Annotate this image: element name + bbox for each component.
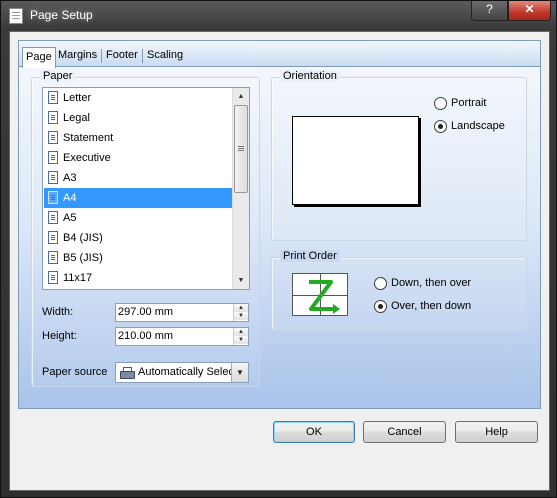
spin-down-icon[interactable]: ▼	[234, 312, 248, 320]
grip-icon	[238, 146, 244, 147]
width-label: Width:	[42, 306, 74, 318]
cancel-button[interactable]: Cancel	[363, 421, 446, 443]
paper-source-combo[interactable]: Automatically Select ▼	[115, 362, 249, 383]
radio-button-icon[interactable]	[374, 300, 387, 313]
paper-size-item[interactable]: B5 (JIS)	[44, 248, 232, 268]
paper-size-item[interactable]: Legal	[44, 108, 232, 128]
tab-footer[interactable]: Footer	[103, 46, 141, 66]
spin-down-icon[interactable]: ▼	[234, 336, 248, 344]
scroll-up-arrow-icon[interactable]: ▲	[233, 88, 249, 105]
dialog-client-area: Page Margins Footer Scaling Paper Letter…	[9, 31, 550, 491]
orientation-group-label: Orientation	[280, 70, 340, 82]
tab-footer-label: Footer	[106, 49, 138, 61]
printer-icon	[120, 367, 135, 379]
title-bar[interactable]: Page Setup ? ✕	[1, 1, 556, 31]
down-then-over-label: Down, then over	[391, 277, 472, 289]
paper-size-item[interactable]: B4 (JIS)	[44, 228, 232, 248]
title-close-button[interactable]: ✕	[508, 1, 551, 21]
page-icon	[48, 251, 58, 264]
orientation-group: Orientation Portrait Landscape	[271, 70, 527, 241]
width-spin-buttons[interactable]: ▲ ▼	[233, 304, 248, 321]
page-setup-window: Page Setup ? ✕ Page Margins Footer Scali…	[0, 0, 557, 498]
width-value: 297.00 mm	[118, 306, 174, 318]
paper-source-label: Paper source	[42, 366, 108, 378]
print-order-group: Print Order Down, then over Over, then d…	[271, 250, 527, 331]
tab-separator	[142, 49, 143, 63]
radio-button-icon[interactable]	[374, 277, 387, 290]
over-then-down-label: Over, then down	[391, 300, 472, 312]
tab-strip: Page Margins Footer Scaling	[18, 40, 541, 68]
paper-group-label: Paper	[40, 70, 76, 82]
paper-group: Paper Letter Legal Statement Executive A3 A4 A…	[31, 70, 260, 387]
paper-size-item[interactable]: Statement	[44, 128, 232, 148]
paper-size-item[interactable]: Letter	[44, 88, 232, 108]
page-tab-panel: Paper Letter Legal Statement Executive A3 A4 A…	[18, 66, 541, 409]
chevron-down-icon[interactable]: ▼	[231, 363, 248, 382]
orientation-preview	[292, 116, 419, 205]
height-spin-buttons[interactable]: ▲ ▼	[233, 328, 248, 345]
page-icon	[48, 211, 58, 224]
spin-up-icon[interactable]: ▲	[234, 304, 248, 312]
page-icon	[48, 231, 58, 244]
paper-size-label: A5	[63, 212, 77, 224]
paper-size-label: Letter	[63, 92, 92, 104]
paper-size-label: A3	[63, 172, 77, 184]
paper-size-label: Statement	[63, 132, 114, 144]
page-icon	[48, 91, 58, 104]
tab-scaling-label: Scaling	[147, 49, 184, 61]
document-icon	[9, 8, 23, 24]
paper-size-label: 11x17	[63, 272, 93, 284]
tab-margins[interactable]: Margins	[55, 46, 100, 66]
tab-margins-label: Margins	[58, 49, 98, 61]
scroll-thumb[interactable]	[234, 105, 248, 193]
paper-size-label: Legal	[63, 112, 90, 124]
paper-size-item[interactable]: 11x17	[44, 268, 232, 288]
scroll-down-arrow-icon[interactable]: ▼	[233, 272, 249, 289]
title-help-button[interactable]: ?	[471, 1, 508, 21]
height-label: Height:	[42, 330, 77, 342]
height-value: 210.00 mm	[118, 330, 174, 342]
width-spinner[interactable]: 297.00 mm ▲ ▼	[115, 303, 249, 322]
landscape-label: Landscape	[451, 120, 505, 132]
print-order-icon	[292, 273, 348, 316]
paper-source-value: Automatically Select	[138, 366, 238, 378]
paper-size-label: B5 (JIS)	[63, 252, 103, 264]
paper-size-item[interactable]: Executive	[44, 148, 232, 168]
print-order-arrow-icon	[309, 280, 340, 314]
tab-page-label: Page	[26, 51, 52, 63]
ok-button[interactable]: OK	[273, 421, 355, 443]
paper-list-scrollbar[interactable]: ▲ ▼	[232, 88, 249, 289]
paper-size-label: B4 (JIS)	[63, 232, 103, 244]
page-icon	[48, 191, 58, 204]
window-title: Page Setup	[30, 8, 93, 22]
radio-button-icon[interactable]	[434, 120, 447, 133]
paper-size-item[interactable]: A4	[44, 188, 232, 208]
paper-size-label: A4	[63, 192, 77, 204]
radio-button-icon[interactable]	[434, 97, 447, 110]
help-button[interactable]: Help	[455, 421, 538, 443]
tab-page[interactable]: Page	[22, 47, 56, 68]
portrait-label: Portrait	[451, 97, 487, 109]
paper-size-item[interactable]: A3	[44, 168, 232, 188]
page-icon	[48, 131, 58, 144]
paper-size-list[interactable]: Letter Legal Statement Executive A3 A4 A5 B4 (J…	[42, 87, 250, 290]
page-icon	[48, 271, 58, 284]
paper-size-label: Executive	[63, 152, 111, 164]
spin-up-icon[interactable]: ▲	[234, 328, 248, 336]
page-icon	[48, 111, 58, 124]
paper-size-item[interactable]: A5	[44, 208, 232, 228]
tab-separator	[101, 49, 102, 63]
print-order-group-label: Print Order	[280, 250, 340, 262]
page-icon	[48, 151, 58, 164]
height-spinner[interactable]: 210.00 mm ▲ ▼	[115, 327, 249, 346]
tab-scaling[interactable]: Scaling	[144, 46, 186, 66]
page-icon	[48, 171, 58, 184]
